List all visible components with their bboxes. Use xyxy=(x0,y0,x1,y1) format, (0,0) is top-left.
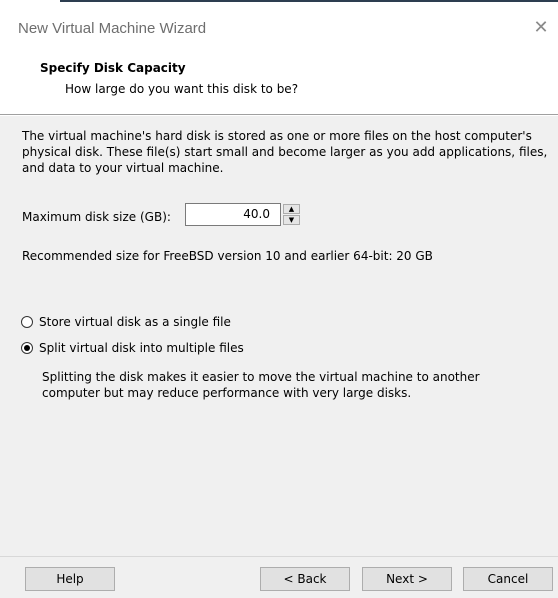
close-icon[interactable]: ✕ xyxy=(528,16,554,40)
single-file-radio[interactable] xyxy=(21,316,33,328)
radio-selected-dot xyxy=(24,345,30,351)
disk-size-input[interactable]: 40.0 xyxy=(185,203,281,226)
single-file-label[interactable]: Store virtual disk as a single file xyxy=(39,315,231,329)
help-button[interactable]: Help xyxy=(25,567,115,591)
split-description: Splitting the disk makes it easier to mo… xyxy=(42,370,480,400)
page-subtitle: How large do you want this disk to be? xyxy=(65,82,299,96)
multiple-files-label[interactable]: Split virtual disk into multiple files xyxy=(39,341,244,355)
wizard-header: Specify Disk Capacity How large do you w… xyxy=(0,52,558,114)
window-title: New Virtual Machine Wizard xyxy=(18,20,207,37)
disk-size-stepper[interactable]: 40.0 ▲ ▼ xyxy=(185,203,301,226)
recommended-size-text: Recommended size for FreeBSD version 10 … xyxy=(22,249,433,263)
spin-up-icon[interactable]: ▲ xyxy=(283,204,300,214)
background-window-edge xyxy=(60,0,558,2)
cancel-button[interactable]: Cancel xyxy=(463,567,553,591)
button-bar: Help < Back Next > Cancel xyxy=(0,556,558,598)
multiple-files-radio[interactable] xyxy=(21,342,33,354)
disk-size-label: Maximum disk size (GB): xyxy=(22,210,171,224)
back-button[interactable]: < Back xyxy=(260,567,350,591)
wizard-content: The virtual machine's hard disk is store… xyxy=(0,116,558,556)
spin-down-icon[interactable]: ▼ xyxy=(283,215,300,225)
next-button[interactable]: Next > xyxy=(362,567,452,591)
stepper-buttons: ▲ ▼ xyxy=(283,204,300,225)
title-bar: New Virtual Machine Wizard ✕ xyxy=(0,6,558,52)
page-title: Specify Disk Capacity xyxy=(40,61,186,75)
intro-text: The virtual machine's hard disk is store… xyxy=(22,129,548,175)
